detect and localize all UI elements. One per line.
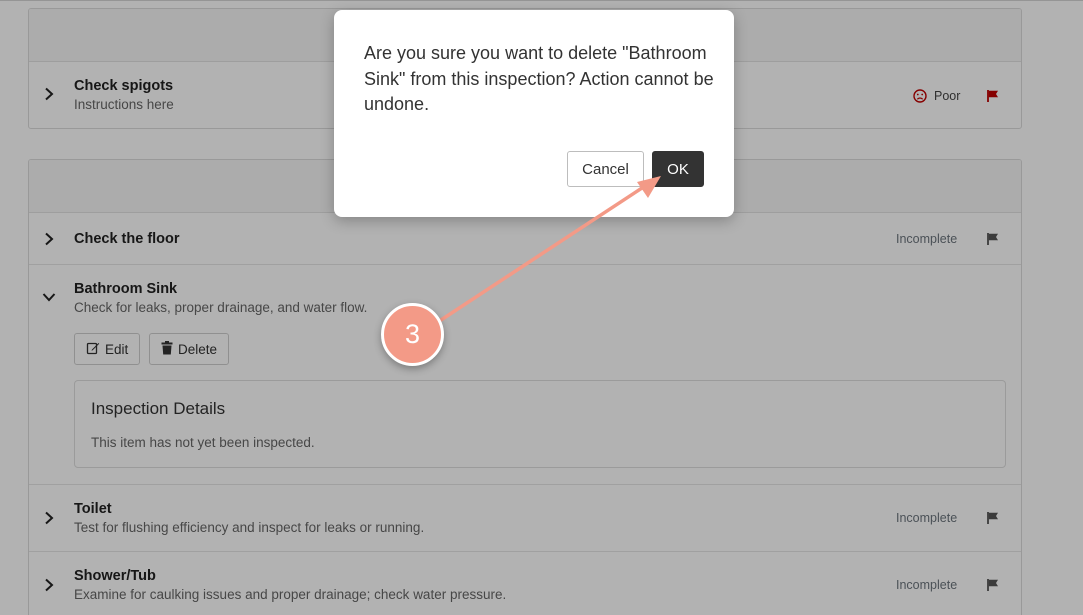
- annotation-arrow: [439, 176, 661, 322]
- inspection-page: Check spigots Instructions here Poor Che…: [0, 0, 1083, 615]
- step-number-badge: 3: [381, 303, 444, 366]
